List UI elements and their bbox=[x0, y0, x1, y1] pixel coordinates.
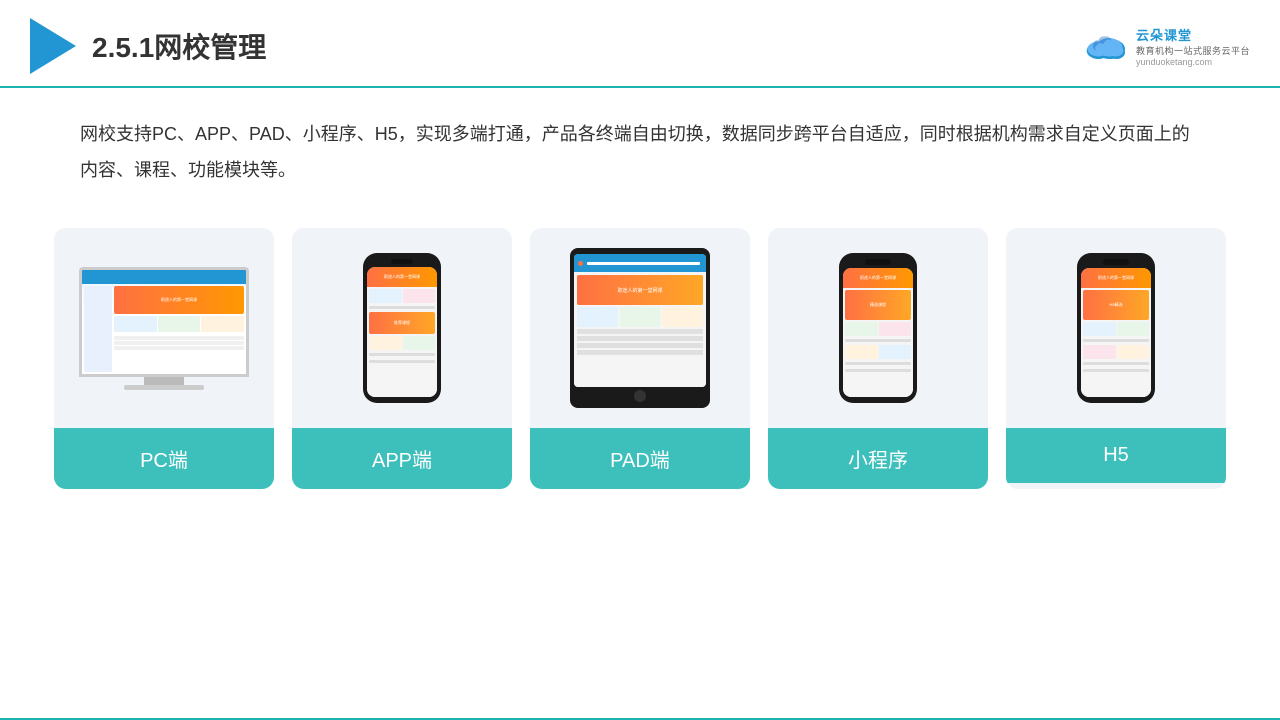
card-h5: 职途人的第一堂网课 H5精选 bbox=[1006, 228, 1226, 489]
card-pad-label: PAD端 bbox=[530, 428, 750, 489]
header: 2.5.1网校管理 云朵课堂 教育机构一站式服务云平台 yunduoketang… bbox=[0, 0, 1280, 88]
card-miniprogram: 职途人的第一堂网课 精选课程 bbox=[768, 228, 988, 489]
tablet-body: 职途人的第一堂网课 bbox=[570, 248, 710, 408]
logo-text: 云朵课堂 教育机构一站式服务云平台 yunduoketang.com bbox=[1136, 25, 1250, 67]
header-right: 云朵课堂 教育机构一站式服务云平台 yunduoketang.com bbox=[1080, 25, 1250, 67]
card-pc-image: 职途人的第一堂网课 bbox=[54, 228, 274, 428]
pc-screen: 职途人的第一堂网课 bbox=[79, 267, 249, 377]
miniprogram-phone-body: 职途人的第一堂网课 精选课程 bbox=[839, 253, 917, 403]
pc-device-mockup: 职途人的第一堂网课 bbox=[74, 267, 254, 390]
page-title: 2.5.1网校管理 bbox=[92, 26, 266, 66]
description-text: 网校支持PC、APP、PAD、小程序、H5，实现多端打通，产品各终端自由切换，数… bbox=[0, 88, 1280, 208]
header-left: 2.5.1网校管理 bbox=[30, 18, 266, 74]
logo-sub: 教育机构一站式服务云平台 bbox=[1136, 44, 1250, 57]
card-miniprogram-image: 职途人的第一堂网课 精选课程 bbox=[768, 228, 988, 428]
phone-notch bbox=[391, 259, 413, 264]
card-pc-label: PC端 bbox=[54, 428, 274, 489]
card-app-image: 职途人的第一堂网课 推荐课程 bbox=[292, 228, 512, 428]
card-h5-label: H5 bbox=[1006, 428, 1226, 483]
brand-triangle-icon bbox=[30, 18, 76, 74]
card-h5-image: 职途人的第一堂网课 H5精选 bbox=[1006, 228, 1226, 428]
card-pad-image: 职途人的第一堂网课 bbox=[530, 228, 750, 428]
app-phone-screen: 职途人的第一堂网课 推荐课程 bbox=[367, 267, 437, 397]
card-pc: 职途人的第一堂网课 bbox=[54, 228, 274, 489]
card-app-label: APP端 bbox=[292, 428, 512, 489]
phone-notch-pill bbox=[865, 259, 891, 265]
tablet-screen: 职途人的第一堂网课 bbox=[574, 254, 706, 387]
cloud-icon bbox=[1080, 29, 1130, 64]
logo-domain: yunduoketang.com bbox=[1136, 57, 1212, 67]
cards-container: 职途人的第一堂网课 bbox=[0, 208, 1280, 509]
pad-device-mockup: 职途人的第一堂网课 bbox=[570, 248, 710, 408]
h5-device-mockup: 职途人的第一堂网课 H5精选 bbox=[1076, 253, 1156, 403]
h5-phone-body: 职途人的第一堂网课 H5精选 bbox=[1077, 253, 1155, 403]
card-app: 职途人的第一堂网课 推荐课程 bbox=[292, 228, 512, 489]
card-miniprogram-label: 小程序 bbox=[768, 428, 988, 489]
app-device-mockup: 职途人的第一堂网课 推荐课程 bbox=[362, 253, 442, 403]
h5-phone-screen: 职途人的第一堂网课 H5精选 bbox=[1081, 268, 1151, 397]
cloud-logo: 云朵课堂 教育机构一站式服务云平台 yunduoketang.com bbox=[1080, 25, 1250, 67]
logo-main: 云朵课堂 bbox=[1136, 25, 1192, 44]
h5-phone-notch bbox=[1103, 259, 1129, 265]
app-phone-body: 职途人的第一堂网课 推荐课程 bbox=[363, 253, 441, 403]
card-pad: 职途人的第一堂网课 bbox=[530, 228, 750, 489]
miniprogram-phone-screen: 职途人的第一堂网课 精选课程 bbox=[843, 268, 913, 397]
miniprogram-device-mockup: 职途人的第一堂网课 精选课程 bbox=[838, 253, 918, 403]
